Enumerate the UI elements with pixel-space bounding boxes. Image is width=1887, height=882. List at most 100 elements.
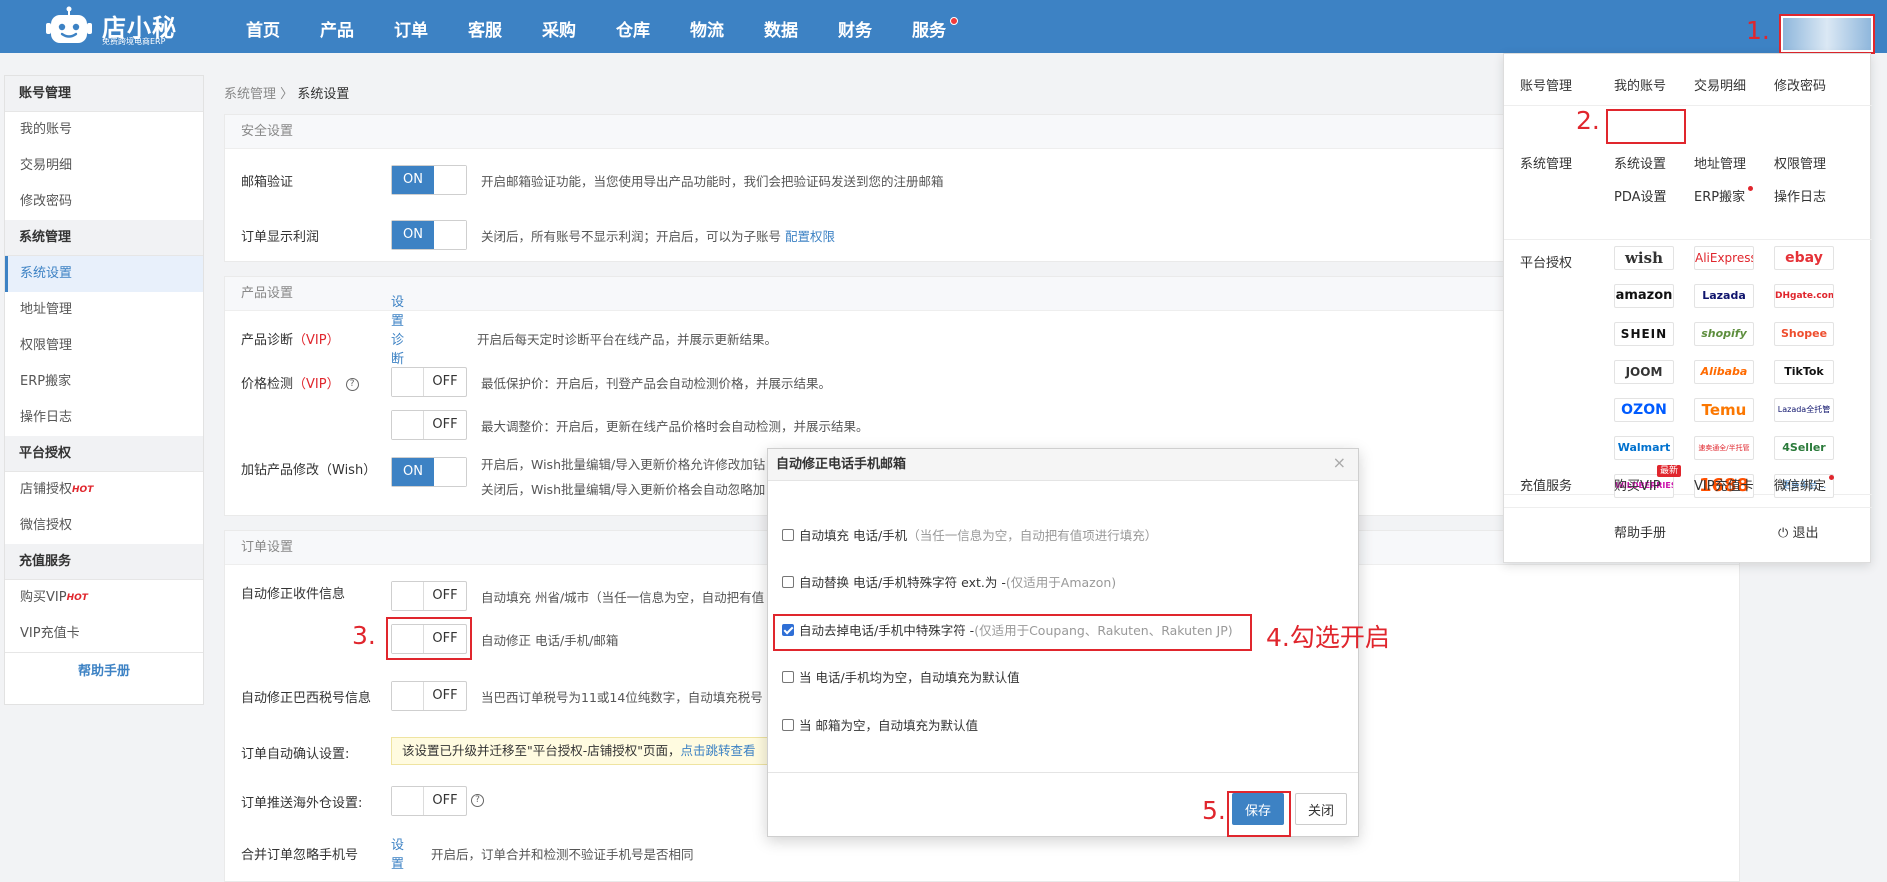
dropdown-link-transactions[interactable]: 交易明细 — [1694, 75, 1746, 94]
nav-products[interactable]: 产品 — [300, 0, 374, 53]
help-question-icon[interactable]: ? — [345, 377, 359, 391]
brazil-tax-toggle[interactable]: OFF — [391, 681, 467, 711]
setting-label: 加钻产品修改（Wish） — [241, 463, 377, 478]
user-avatar-button[interactable] — [1779, 14, 1875, 54]
platform-logo-alibaba[interactable]: Alibaba — [1694, 360, 1754, 384]
nav-orders[interactable]: 订单 — [374, 0, 448, 53]
dropdown-link-erp-migration[interactable]: ERP搬家 — [1694, 186, 1754, 205]
dropdown-link-system-settings[interactable]: 系统设置 — [1614, 153, 1666, 172]
dropdown-divider — [1504, 507, 1872, 508]
dropdown-link-change-password[interactable]: 修改密码 — [1774, 75, 1826, 94]
breadcrumb-current: 系统设置 — [297, 87, 350, 102]
platform-logo-lazada[interactable]: Lazada — [1694, 284, 1754, 308]
platform-logo-tiktok[interactable]: TikTok — [1774, 360, 1834, 384]
robot-logo-icon — [46, 6, 92, 43]
dropdown-link-my-account[interactable]: 我的账号 — [1614, 75, 1666, 94]
breadcrumb-parent[interactable]: 系统管理 — [224, 87, 276, 102]
upgrade-notice: 该设置已升级并迁移至"平台授权-店铺授权"页面，点击跳转查看 — [391, 737, 791, 765]
toggle-off-label: OFF — [432, 793, 458, 808]
option-checkbox[interactable] — [782, 670, 794, 683]
dropdown-link-operation-log[interactable]: 操作日志 — [1774, 186, 1826, 205]
toggle-knob — [434, 458, 466, 486]
sidebar-item-wechat-auth[interactable]: 微信授权 — [5, 508, 203, 544]
toggle-off-label: OFF — [432, 374, 458, 389]
sidebar-item-erp-migration[interactable]: ERP搬家 — [5, 364, 203, 400]
platform-logo-lazada-full[interactable]: Lazada全托管 — [1774, 398, 1834, 422]
nav-customer-service[interactable]: 客服 — [448, 0, 522, 53]
annotation-step-4: 4.勾选开启 — [1266, 623, 1390, 652]
sidebar-item-address[interactable]: 地址管理 — [5, 292, 203, 328]
sidebar-item-my-account[interactable]: 我的账号 — [5, 112, 203, 148]
sidebar-item-store-auth-label: 店铺授权 — [20, 482, 73, 497]
sidebar-item-change-password[interactable]: 修改密码 — [5, 184, 203, 220]
platform-logo-ozon[interactable]: OZON — [1614, 398, 1674, 422]
overseas-push-toggle[interactable]: OFF — [391, 786, 467, 816]
nav-services[interactable]: 服务 — [892, 0, 966, 53]
dropdown-link-address[interactable]: 地址管理 — [1694, 153, 1746, 172]
platform-logo-dhgate[interactable]: DHgate.com — [1774, 284, 1834, 308]
platform-logo-shopify[interactable]: shopify — [1694, 322, 1754, 346]
option-checkbox[interactable] — [782, 528, 794, 541]
sidebar-item-operation-log[interactable]: 操作日志 — [5, 400, 203, 436]
platform-logo-temu[interactable]: Temu — [1694, 398, 1754, 422]
platform-logo-joom[interactable]: JOOM — [1614, 360, 1674, 384]
option-checkbox[interactable] — [782, 575, 794, 588]
sidebar-item-permissions[interactable]: 权限管理 — [5, 328, 203, 364]
close-button[interactable]: 关闭 — [1295, 793, 1347, 825]
platform-logo-shein[interactable]: SHEIN — [1614, 322, 1674, 346]
dropdown-link-buy-vip[interactable]: 购买VIP — [1614, 475, 1661, 494]
max-price-toggle[interactable]: OFF — [391, 410, 467, 440]
sidebar-help-link[interactable]: 帮助手册 — [5, 652, 203, 690]
option-auto-fill-phone[interactable]: 自动填充 电话/手机 （当任一信息为空，自动把有值项进行填充） — [782, 525, 1157, 544]
jump-to-view-link[interactable]: 点击跳转查看 — [681, 743, 756, 758]
help-question-icon[interactable]: ? — [471, 794, 484, 807]
dialog-close-icon[interactable]: × — [1333, 453, 1346, 472]
email-verify-toggle[interactable]: ON — [391, 165, 467, 195]
toggle-knob — [434, 221, 466, 249]
nav-warehouse[interactable]: 仓库 — [596, 0, 670, 53]
dropdown-link-wechat-bind[interactable]: 微信绑定 — [1774, 475, 1835, 494]
nav-finance[interactable]: 财务 — [818, 0, 892, 53]
platform-logo-4seller[interactable]: 4Seller — [1774, 436, 1834, 460]
configure-permission-link[interactable]: 配置权限 — [785, 229, 835, 244]
option-default-phone[interactable]: 当 电话/手机均为空，自动填充为默认值 — [782, 667, 1020, 686]
brand-logo[interactable]: 店小秘 免费跨境电商ERP — [46, 4, 186, 48]
sidebar-item-vip-card[interactable]: VIP充值卡 — [5, 616, 203, 652]
dropdown-link-permissions[interactable]: 权限管理 — [1774, 153, 1826, 172]
platform-logo-aliexpress-managed[interactable]: 速卖通全/半托管 — [1694, 436, 1754, 460]
platform-logo-walmart[interactable]: Walmart — [1614, 436, 1674, 460]
dropdown-section-system: 系统管理 系统设置 地址管理 权限管理 PDA设置 ERP搬家 操作日志 — [1504, 106, 1872, 240]
auto-fill-region-toggle[interactable]: OFF — [391, 581, 467, 611]
option-note: (仅适用于Amazon) — [1005, 575, 1117, 590]
nav-purchase[interactable]: 采购 — [522, 0, 596, 53]
platform-logo-shopee[interactable]: Shopee — [1774, 322, 1834, 346]
setting-desc: 自动修正 电话/手机/邮箱 — [481, 632, 619, 648]
setting-desc: 最低保护价：开启后，刊登产品会自动检测价格，并展示结果。 — [481, 375, 832, 391]
platform-logo-ebay[interactable]: ebay — [1774, 246, 1834, 270]
dropdown-link-vip-card[interactable]: VIP充值卡 — [1694, 475, 1754, 494]
sidebar-item-transactions[interactable]: 交易明细 — [5, 148, 203, 184]
merge-settings-link[interactable]: 设置 — [391, 834, 404, 872]
dropdown-link-pda-settings[interactable]: PDA设置 — [1614, 186, 1667, 205]
wish-diamond-toggle[interactable]: ON — [391, 457, 467, 487]
logout-button[interactable]: ⏻ 退出 — [1778, 522, 1818, 541]
main-nav: 首页 产品 订单 客服 采购 仓库 物流 数据 财务 服务 — [226, 0, 966, 53]
nav-data[interactable]: 数据 — [744, 0, 818, 53]
sidebar-item-system-settings[interactable]: 系统设置 — [5, 256, 203, 292]
platform-logo-amazon[interactable]: amazon — [1614, 284, 1674, 308]
show-profit-toggle[interactable]: ON — [391, 220, 467, 250]
sidebar: 账号管理 我的账号 交易明细 修改密码 系统管理 系统设置 地址管理 权限管理 … — [4, 75, 204, 705]
option-default-email[interactable]: 当 邮箱为空，自动填充为默认值 — [782, 715, 978, 734]
platform-logo-wish[interactable]: wish — [1614, 246, 1674, 270]
nav-home[interactable]: 首页 — [226, 0, 300, 53]
user-dropdown-menu: 账号管理 我的账号 交易明细 修改密码 系统管理 系统设置 地址管理 权限管理 … — [1503, 53, 1872, 563]
sidebar-item-store-auth[interactable]: 店铺授权HOT — [5, 472, 203, 508]
nav-logistics[interactable]: 物流 — [670, 0, 744, 53]
min-price-toggle[interactable]: OFF — [391, 367, 467, 397]
option-replace-ext[interactable]: 自动替换 电话/手机特殊字符 ext.为 - (仅适用于Amazon) — [782, 572, 1116, 591]
platform-logo-aliexpress[interactable]: AliExpress — [1694, 246, 1754, 270]
sidebar-item-buy-vip[interactable]: 购买VIPHOT — [5, 580, 203, 616]
dropdown-help-link[interactable]: 帮助手册 — [1614, 522, 1666, 541]
option-checkbox[interactable] — [782, 718, 794, 731]
sidebar-group-system: 系统管理 — [5, 220, 203, 256]
